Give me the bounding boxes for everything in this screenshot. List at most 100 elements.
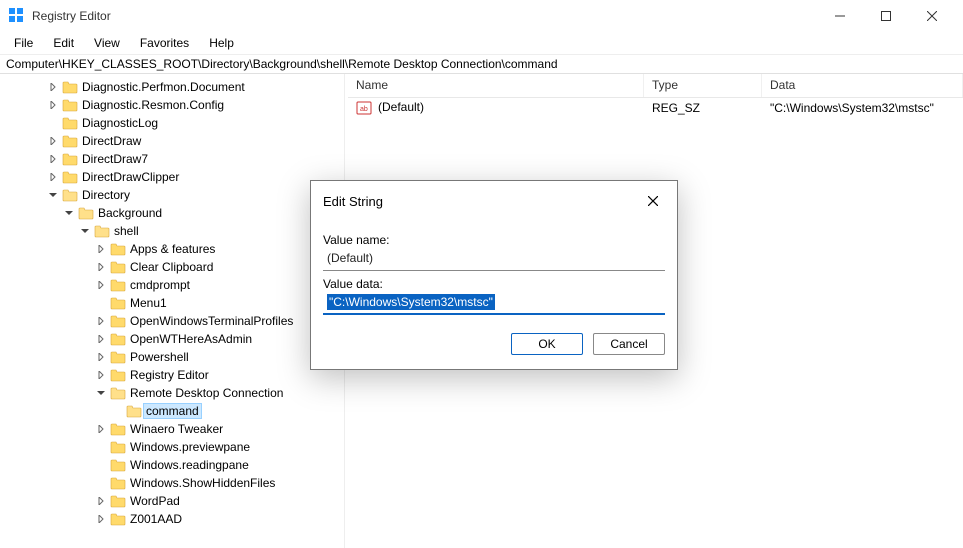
tree-item-label: DirectDrawClipper <box>82 170 179 184</box>
tree-item-label: Powershell <box>130 350 189 364</box>
chevron-right-icon[interactable] <box>94 332 108 346</box>
cancel-button[interactable]: Cancel <box>593 333 665 355</box>
chevron-right-icon[interactable] <box>94 512 108 526</box>
chevron-right-icon[interactable] <box>94 368 108 382</box>
menu-view[interactable]: View <box>86 34 128 52</box>
value-data-label: Value data: <box>323 277 665 291</box>
tree-item-label: Winaero Tweaker <box>130 422 223 436</box>
col-data[interactable]: Data <box>762 74 963 97</box>
tree-item[interactable]: DirectDrawClipper <box>0 168 344 186</box>
list-row[interactable]: ab(Default)REG_SZ"C:\Windows\System32\ms… <box>348 98 963 118</box>
tree-item-label: Windows.ShowHiddenFiles <box>130 476 275 490</box>
tree-item[interactable]: Clear Clipboard <box>0 258 344 276</box>
tree-item[interactable]: DiagnosticLog <box>0 114 344 132</box>
tree-item[interactable]: Windows.readingpane <box>0 456 344 474</box>
col-type[interactable]: Type <box>644 74 762 97</box>
tree-item[interactable]: Diagnostic.Resmon.Config <box>0 96 344 114</box>
tree-item[interactable]: cmdprompt <box>0 276 344 294</box>
close-button[interactable] <box>909 0 955 32</box>
chevron-right-icon[interactable] <box>46 98 60 112</box>
chevron-right-icon[interactable] <box>94 242 108 256</box>
tree-item-label: Background <box>98 206 162 220</box>
tree-item-label: OpenWindowsTerminalProfiles <box>130 314 293 328</box>
tree-item[interactable]: Background <box>0 204 344 222</box>
tree-item[interactable]: Menu1 <box>0 294 344 312</box>
chevron-right-icon[interactable] <box>94 422 108 436</box>
chevron-right-icon[interactable] <box>94 314 108 328</box>
value-name-field[interactable]: (Default) <box>323 249 665 271</box>
dialog-close-button[interactable] <box>641 189 665 213</box>
tree-item[interactable]: Winaero Tweaker <box>0 420 344 438</box>
tree-item-label: Z001AAD <box>130 512 182 526</box>
folder-icon <box>110 332 126 346</box>
tree-item[interactable]: DirectDraw <box>0 132 344 150</box>
value-data-field[interactable]: "C:\Windows\System32\mstsc" <box>323 293 665 315</box>
tree-item[interactable]: Remote Desktop Connection <box>0 384 344 402</box>
tree-item[interactable]: WordPad <box>0 492 344 510</box>
folder-icon <box>110 368 126 382</box>
tree-item[interactable]: OpenWTHereAsAdmin <box>0 330 344 348</box>
tree-item[interactable]: Windows.ShowHiddenFiles <box>0 474 344 492</box>
folder-icon <box>62 152 78 166</box>
list-header: Name Type Data <box>348 74 963 98</box>
folder-icon <box>110 260 126 274</box>
chevron-down-icon[interactable] <box>62 206 76 220</box>
chevron-down-icon[interactable] <box>46 188 60 202</box>
tree-item[interactable]: DirectDraw7 <box>0 150 344 168</box>
folder-icon <box>126 404 142 418</box>
menu-favorites[interactable]: Favorites <box>132 34 197 52</box>
folder-icon <box>62 188 78 202</box>
reg-string-icon: ab <box>356 100 372 116</box>
chevron-right-icon[interactable] <box>46 80 60 94</box>
chevron-down-icon[interactable] <box>78 224 92 238</box>
maximize-button[interactable] <box>863 0 909 32</box>
folder-icon <box>62 116 78 130</box>
tree-item-label: cmdprompt <box>130 278 190 292</box>
tree-item[interactable]: Diagnostic.Perfmon.Document <box>0 78 344 96</box>
chevron-right-icon[interactable] <box>94 350 108 364</box>
edit-string-dialog: Edit String Value name: (Default) Value … <box>310 180 678 370</box>
menu-file[interactable]: File <box>6 34 41 52</box>
tree-item-label: Windows.previewpane <box>130 440 250 454</box>
folder-icon <box>62 80 78 94</box>
menu-edit[interactable]: Edit <box>45 34 82 52</box>
folder-icon <box>110 278 126 292</box>
ok-button[interactable]: OK <box>511 333 583 355</box>
tree-item[interactable]: OpenWindowsTerminalProfiles <box>0 312 344 330</box>
tree-item-label: DiagnosticLog <box>82 116 158 130</box>
tree-item-label: Diagnostic.Perfmon.Document <box>82 80 245 94</box>
tree-item[interactable]: Powershell <box>0 348 344 366</box>
tree-view[interactable]: Diagnostic.Perfmon.Document Diagnostic.Re… <box>0 74 344 548</box>
folder-icon <box>110 458 126 472</box>
folder-icon <box>110 296 126 310</box>
chevron-down-icon[interactable] <box>94 386 108 400</box>
value-data-selection: "C:\Windows\System32\mstsc" <box>327 294 495 310</box>
tree-item[interactable]: Directory <box>0 186 344 204</box>
tree-item[interactable]: command <box>0 402 344 420</box>
tree-item[interactable]: Z001AAD <box>0 510 344 528</box>
chevron-right-icon[interactable] <box>46 152 60 166</box>
tree-item[interactable]: shell <box>0 222 344 240</box>
menu-help[interactable]: Help <box>201 34 242 52</box>
address-bar[interactable]: Computer\HKEY_CLASSES_ROOT\Directory\Bac… <box>0 54 963 74</box>
tree-item[interactable]: Windows.previewpane <box>0 438 344 456</box>
folder-icon <box>62 134 78 148</box>
minimize-button[interactable] <box>817 0 863 32</box>
folder-icon <box>94 224 110 238</box>
chevron-right-icon[interactable] <box>94 278 108 292</box>
tree-item[interactable]: Apps & features <box>0 240 344 258</box>
chevron-right-icon[interactable] <box>94 494 108 508</box>
tree-item[interactable]: Registry Editor <box>0 366 344 384</box>
app-icon <box>8 7 24 26</box>
folder-icon <box>110 476 126 490</box>
row-data: "C:\Windows\System32\mstsc" <box>762 99 963 117</box>
col-name[interactable]: Name <box>348 74 644 97</box>
tree-item-label: DirectDraw <box>82 134 141 148</box>
folder-icon <box>110 422 126 436</box>
chevron-right-icon[interactable] <box>46 134 60 148</box>
chevron-right-icon[interactable] <box>94 260 108 274</box>
dialog-title: Edit String <box>323 194 641 209</box>
folder-icon <box>110 494 126 508</box>
folder-icon <box>78 206 94 220</box>
chevron-right-icon[interactable] <box>46 170 60 184</box>
